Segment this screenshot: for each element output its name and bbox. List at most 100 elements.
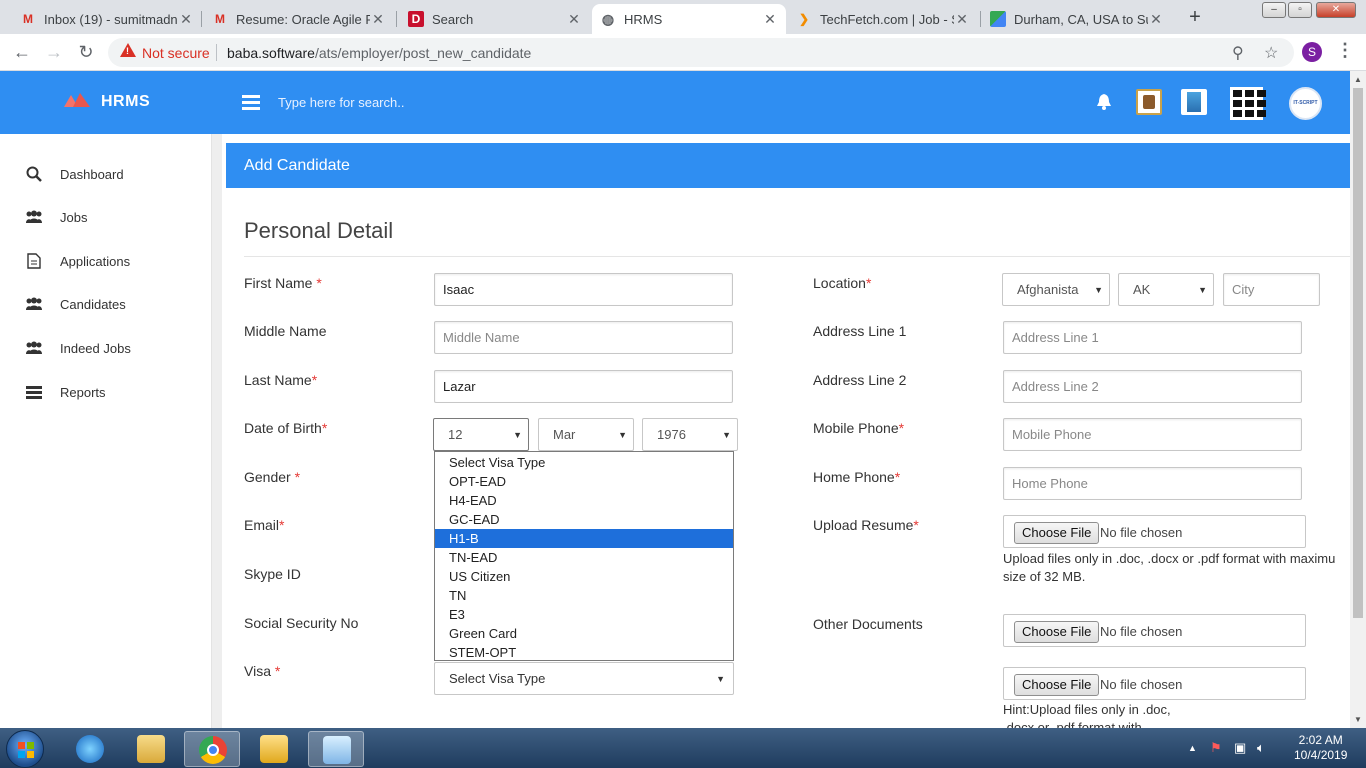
dob-day-value: 12 [448,427,463,442]
sidebar-item-applications[interactable]: Applications [24,250,130,272]
dob-month-value: Mar [553,427,576,442]
other-docs-file-input-2: Choose File No file chosen [1003,667,1306,700]
visa-option[interactable]: H4-EAD [435,491,733,510]
visa-option[interactable]: OPT-EAD [435,472,733,491]
visa-select[interactable]: Select Visa Type ▼ [434,662,734,695]
sidebar-item-jobs[interactable]: Jobs [24,206,87,228]
browser-menu-icon[interactable]: ⋮ [1336,40,1354,61]
visa-option[interactable]: TN-EAD [435,548,733,567]
sidebar-item-label: Indeed Jobs [60,340,131,356]
address-bar: ← → ↻ ! Not secure baba.software/ats/emp… [0,34,1366,71]
close-icon[interactable]: ✕ [954,11,970,28]
zoom-icon[interactable]: ⚲ [1232,43,1244,63]
new-tab-button[interactable]: + [1182,6,1208,30]
search-input[interactable] [270,90,690,114]
visa-option[interactable]: STEM-OPT [435,643,733,662]
country-value: Afghanista [1017,282,1079,297]
start-button[interactable] [6,730,44,768]
chevron-down-icon: ▼ [513,430,522,440]
taskbar-explorer[interactable] [123,731,179,767]
resume-choose-file-button[interactable]: Choose File [1014,522,1100,544]
close-icon[interactable]: ✕ [762,11,778,28]
tab-techfetch[interactable]: ❯ TechFetch.com | Job - Su ✕ [788,4,978,34]
bell-icon[interactable] [1097,94,1111,110]
visa-option[interactable]: GC-EAD [435,510,733,529]
sidebar-item-candidates[interactable]: Candidates [24,293,126,315]
system-clock[interactable]: 2:02 AM 10/4/2019 [1294,733,1347,763]
visa-option[interactable]: TN [435,586,733,605]
taskbar-chrome[interactable] [184,731,240,767]
address2-field[interactable] [1003,370,1302,403]
page-scrollbar[interactable]: ▲ ▼ [1350,71,1366,728]
close-icon[interactable]: ✕ [1148,11,1164,28]
forward-button[interactable]: → [42,41,66,65]
country-select[interactable]: Afghanista ▼ [1002,273,1110,306]
visa-option[interactable]: Green Card [435,624,733,643]
close-window-button[interactable]: ✕ [1316,2,1356,18]
visa-option-highlighted[interactable]: H1-B [435,529,733,548]
dob-year-select[interactable]: 1976 ▼ [642,418,738,451]
visa-dropdown-list: Select Visa Type OPT-EAD H4-EAD GC-EAD H… [434,451,734,661]
globe-icon: ◍ [601,10,615,27]
apps-grid-icon[interactable] [1230,87,1266,120]
not-secure-label[interactable]: Not secure [142,45,210,61]
close-icon[interactable]: ✕ [178,11,194,28]
other-docs-choose-file-button[interactable]: Choose File [1014,621,1100,643]
brand-name[interactable]: HRMS [101,93,150,111]
scroll-down-icon[interactable]: ▼ [1354,715,1362,724]
tray-expand-icon[interactable]: ▲ [1188,743,1197,753]
tab-hrms[interactable]: ◍ HRMS ✕ [592,4,786,34]
sidebar-item-reports[interactable]: Reports [24,381,106,403]
taskbar-notepad[interactable] [308,731,364,767]
network-icon[interactable]: ▣ [1234,740,1246,756]
taskbar-outlook[interactable] [246,731,302,767]
volume-icon[interactable]: 🔈︎ [1257,740,1265,756]
dob-month-select[interactable]: Mar ▼ [538,418,634,451]
taskbar-ie[interactable] [62,731,118,767]
other-docs-hint: Hint:Upload files only in .doc, .docx or… [1003,702,1171,728]
reload-button[interactable]: ↻ [74,41,98,65]
sidebar-item-dashboard[interactable]: Dashboard [24,163,124,185]
hamburger-menu-icon[interactable] [242,95,260,110]
last-name-field[interactable] [434,370,733,403]
panel-header: Add Candidate [226,143,1350,188]
visa-option[interactable]: Select Visa Type [435,453,733,472]
contacts-icon[interactable] [1136,89,1162,115]
address1-label: Address Line 1 [813,323,907,339]
tab-title: Resume: Oracle Agile PL [236,11,370,27]
mobile-phone-field[interactable] [1003,418,1302,451]
city-field[interactable] [1223,273,1320,306]
other-docs-choose-file-button-2[interactable]: Choose File [1014,674,1100,696]
dob-day-select[interactable]: 12 ▼ [433,418,529,451]
user-avatar[interactable]: IT-SCRIPT [1289,87,1322,120]
gmail-icon: M [23,12,33,26]
home-phone-field[interactable] [1003,467,1302,500]
building-icon[interactable] [1181,89,1207,115]
profile-avatar[interactable]: S [1302,42,1322,62]
sidebar-item-indeed-jobs[interactable]: Indeed Jobs [24,337,131,359]
flag-alert-icon[interactable]: ⚑ [1210,740,1222,756]
logo-icon [64,93,90,107]
address1-field[interactable] [1003,321,1302,354]
gender-label: Gender * [244,469,301,485]
visa-option[interactable]: US Citizen [435,567,733,586]
scroll-up-icon[interactable]: ▲ [1354,75,1362,84]
close-icon[interactable]: ✕ [566,11,582,28]
back-button[interactable]: ← [10,41,34,65]
url-text[interactable]: baba.software/ats/employer/post_new_cand… [227,45,531,61]
middle-name-field[interactable] [434,321,733,354]
browser-tab-bar: M Inbox (19) - sumitmadne ✕ M Resume: Or… [0,0,1366,34]
scrollbar-thumb[interactable] [1353,88,1363,618]
minimize-button[interactable]: – [1262,2,1286,18]
maximize-button[interactable]: ▫ [1288,2,1312,18]
tab-gmail-resume[interactable]: M Resume: Oracle Agile PL ✕ [204,4,394,34]
first-name-field[interactable] [434,273,733,306]
tab-gmail-inbox[interactable]: M Inbox (19) - sumitmadne ✕ [12,4,202,34]
close-icon[interactable]: ✕ [370,11,386,28]
state-select[interactable]: AK ▼ [1118,273,1214,306]
omnibox[interactable]: ! Not secure baba.software/ats/employer/… [108,38,1294,67]
tab-search[interactable]: D Search ✕ [400,4,590,34]
star-icon[interactable]: ☆ [1264,43,1278,63]
visa-option[interactable]: E3 [435,605,733,624]
tab-maps[interactable]: Durham, CA, USA to Sun ✕ [982,4,1172,34]
